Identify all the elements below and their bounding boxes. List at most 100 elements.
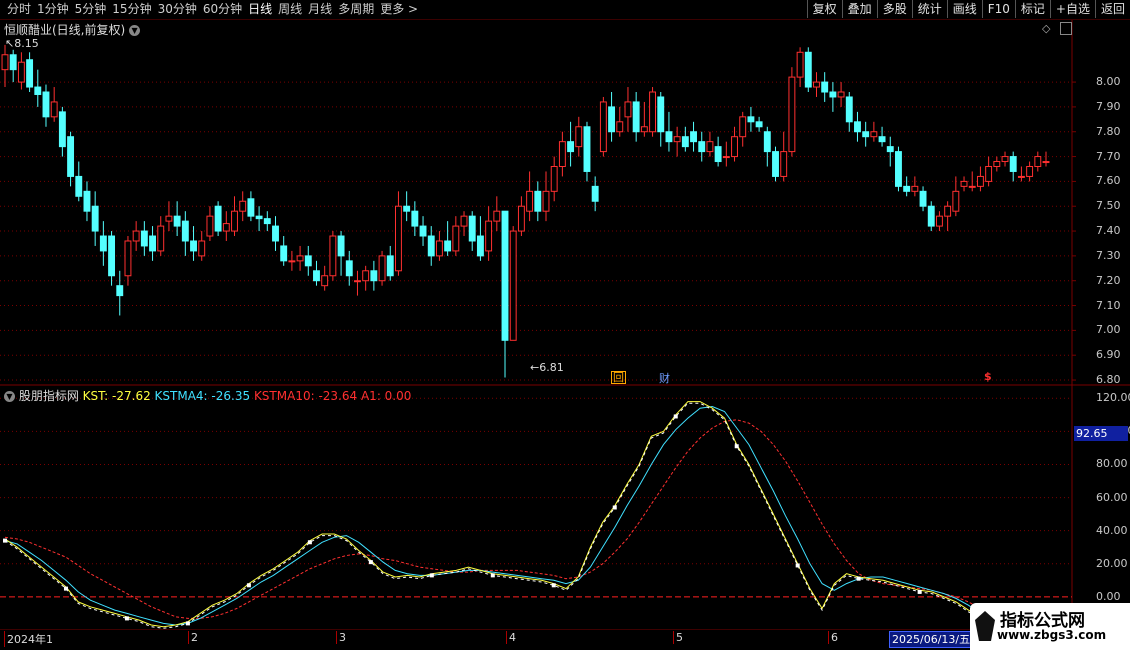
candle xyxy=(108,231,116,286)
action-button-2[interactable]: 多股 xyxy=(876,0,912,18)
price-tick-label: 7.80 xyxy=(1096,124,1121,138)
action-button-8[interactable]: 返回 xyxy=(1094,0,1130,18)
high-price-value: 8.15 xyxy=(14,37,39,50)
period-tab-2[interactable]: 5分钟 xyxy=(72,2,110,17)
price-tick-label: 7.30 xyxy=(1096,248,1121,262)
chevron-down-icon[interactable]: ▼ xyxy=(129,25,141,36)
price-tick-label: 7.90 xyxy=(1096,99,1121,113)
candle xyxy=(1001,151,1009,167)
period-tab-9[interactable]: 多周期 xyxy=(335,2,377,17)
candle xyxy=(288,250,296,271)
action-button-3[interactable]: 统计 xyxy=(911,0,947,18)
candle xyxy=(354,270,361,296)
indicator-tick-label: 120.00 xyxy=(1096,391,1130,405)
period-tab-1[interactable]: 1分钟 xyxy=(34,2,72,17)
candle xyxy=(886,136,894,167)
candle xyxy=(976,166,984,192)
candle xyxy=(198,231,206,261)
kst-marker xyxy=(551,583,556,588)
candle xyxy=(58,106,66,157)
panel-toggle-icon[interactable] xyxy=(1060,22,1072,35)
period-tab-7[interactable]: 周线 xyxy=(275,2,305,17)
action-button-5[interactable]: F10 xyxy=(981,0,1015,18)
price-tick-label: 8.00 xyxy=(1096,75,1121,89)
candle xyxy=(403,191,411,222)
candle xyxy=(231,196,238,237)
candle xyxy=(206,206,214,241)
candle xyxy=(124,236,132,286)
candle xyxy=(616,106,624,137)
candle xyxy=(591,176,599,212)
candle xyxy=(739,111,747,147)
indicator-tick-label: 40.00 xyxy=(1096,523,1128,537)
chevron-down-icon[interactable]: ▼ xyxy=(4,391,15,402)
candle xyxy=(837,82,845,107)
period-tab-5[interactable]: 60分钟 xyxy=(200,2,245,17)
candle xyxy=(698,131,706,162)
dividend-marker[interactable]: $ xyxy=(984,370,992,383)
candle xyxy=(919,186,927,212)
kst-marker xyxy=(795,563,800,568)
candle xyxy=(862,121,870,147)
kst-marker xyxy=(490,573,495,578)
candle xyxy=(247,191,255,222)
price-tick-label: 6.90 xyxy=(1096,348,1121,362)
kst-marker xyxy=(368,560,373,565)
candle xyxy=(927,201,935,232)
candle xyxy=(845,92,853,132)
candle xyxy=(255,206,263,232)
candle xyxy=(313,260,320,286)
candle xyxy=(567,121,575,167)
candle xyxy=(67,131,75,187)
period-tab-6[interactable]: 日线 xyxy=(245,2,275,17)
candle xyxy=(345,250,353,286)
candle xyxy=(452,216,460,256)
kst-marker xyxy=(307,540,312,545)
action-button-6[interactable]: 标记 xyxy=(1014,0,1050,18)
kst-marker xyxy=(124,616,129,621)
period-tab-0[interactable]: 分时 xyxy=(4,2,34,17)
kstma10-line xyxy=(4,419,1002,630)
finance-marker[interactable]: 财 xyxy=(659,370,670,386)
candle xyxy=(132,221,140,251)
candle xyxy=(657,92,665,147)
candle xyxy=(50,87,58,122)
candle xyxy=(599,96,607,157)
action-button-7[interactable]: +自选 xyxy=(1049,0,1095,18)
kstma10-value: KSTMA10: -23.64 xyxy=(253,389,358,403)
action-button-0[interactable]: 复权 xyxy=(806,0,842,18)
candle xyxy=(747,106,755,132)
candle xyxy=(140,221,148,256)
time-axis-label: 3 xyxy=(336,631,346,644)
action-button-4[interactable]: 画线 xyxy=(946,0,982,18)
action-button-1[interactable]: 叠加 xyxy=(841,0,877,18)
candle xyxy=(714,136,722,167)
candle xyxy=(952,176,960,217)
kst-value: KST: -27.62 xyxy=(82,389,151,403)
candle xyxy=(1042,151,1050,167)
candle xyxy=(99,221,107,266)
candle xyxy=(575,116,583,157)
candle xyxy=(91,191,99,246)
period-tab-3[interactable]: 15分钟 xyxy=(109,2,154,17)
kst-marker xyxy=(734,444,739,449)
period-tab-4[interactable]: 30分钟 xyxy=(155,2,200,17)
kst-marker xyxy=(429,573,434,578)
candle xyxy=(903,176,911,197)
period-tab-8[interactable]: 月线 xyxy=(305,2,335,17)
kst-marker xyxy=(673,414,678,419)
candle xyxy=(821,72,829,102)
candle xyxy=(968,171,976,192)
candle xyxy=(272,216,279,251)
diamond-icon[interactable]: ◇ xyxy=(1042,22,1050,35)
candle xyxy=(280,236,288,266)
price-chart[interactable] xyxy=(0,20,1130,405)
candle xyxy=(34,69,42,107)
candle xyxy=(501,210,509,378)
replay-marker[interactable]: 回 xyxy=(611,371,626,384)
period-tab-10[interactable]: 更多 > xyxy=(377,2,421,17)
indicator-chart[interactable] xyxy=(0,385,1130,630)
price-tick-label: 7.10 xyxy=(1096,298,1121,312)
candle xyxy=(378,250,386,286)
candle xyxy=(772,146,779,182)
